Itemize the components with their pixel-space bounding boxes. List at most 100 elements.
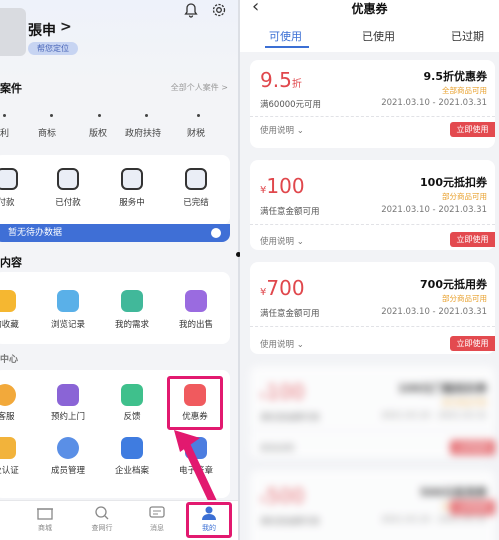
coupon-title: 500元抵用券	[420, 486, 487, 499]
coupon-amount: ¥700	[260, 276, 305, 300]
section-title-content: 内容	[0, 256, 22, 269]
mine-tab-highlight-box	[186, 502, 232, 538]
coupon-card[interactable]: ¥100 满任意金额可用 100元门槛抵扣券 部分商品可用 2021.03.10…	[250, 366, 495, 458]
category-tax[interactable]: 财税	[187, 126, 205, 139]
badge-icon[interactable]	[0, 437, 16, 459]
tab-available[interactable]: 可使用	[269, 28, 302, 44]
coupon-title: 9.5折优惠券	[423, 70, 488, 83]
coupon-title: 100元抵扣券	[420, 176, 487, 189]
coupon-amount: 9.5折	[260, 68, 302, 92]
star-icon[interactable]	[0, 290, 16, 312]
coupon-title: 700元抵用券	[420, 278, 487, 291]
case-categories: 利 商标 版权 政府扶持 财税	[0, 108, 238, 148]
gear-icon[interactable]	[211, 2, 227, 18]
chevron-right-icon[interactable]: >	[60, 19, 72, 35]
usage-instructions[interactable]: 使用说明 ⌄	[260, 338, 304, 350]
coupon-card[interactable]: ¥500 满任意金额可用 500元抵用券 部分商品可用 2021.03.10 -…	[250, 470, 495, 540]
coupon-scope: 部分商品可用	[442, 192, 487, 201]
active-tab-indicator	[265, 46, 309, 48]
category-trademark[interactable]: 商标	[38, 126, 56, 139]
coupon-scope: 全部商品可用	[442, 86, 487, 95]
order-unpaid[interactable]: 付款	[0, 196, 34, 208]
content-my-sales[interactable]: 我的出售	[168, 318, 224, 330]
page-title: 优惠券	[351, 2, 388, 16]
bell-icon[interactable]	[183, 2, 199, 18]
coupon-date: 2021.03.10 - 2021.03.31	[381, 515, 487, 525]
usage-instructions[interactable]: 使用说明	[260, 442, 294, 454]
section-title-center: 中心	[0, 355, 19, 365]
use-now-button[interactable]: 立即使用	[450, 440, 495, 455]
message-icon	[149, 506, 165, 518]
tab-messages[interactable]: 消息	[132, 505, 182, 533]
coupon-card[interactable]: ¥100 满任意金额可用 100元抵扣券 部分商品可用 2021.03.10 -…	[250, 160, 495, 250]
content-history[interactable]: 浏览记录	[40, 318, 96, 330]
coupon-condition: 满任意金额可用	[260, 309, 320, 319]
use-now-button[interactable]: 立即使用	[450, 122, 495, 137]
coupon-condition: 满任意金额可用	[260, 413, 320, 423]
members-icon[interactable]	[57, 437, 79, 459]
wallet-icon[interactable]	[0, 168, 18, 190]
arrow-circle-icon[interactable]	[211, 228, 221, 238]
center-feedback[interactable]: 反馈	[104, 410, 160, 422]
section-title-cases: 案件	[0, 82, 22, 95]
document-icon[interactable]	[57, 168, 79, 190]
todo-banner-text: 暂无待办数据	[8, 228, 63, 238]
category-patent[interactable]: 利	[0, 126, 9, 139]
all-cases-link[interactable]: 全部个人案件 >	[171, 82, 228, 93]
coupon-card[interactable]: ¥700 满任意金额可用 700元抵用券 部分商品可用 2021.03.10 -…	[250, 262, 495, 354]
coupon-condition: 满任意金额可用	[260, 207, 320, 217]
member-badge[interactable]: 帮您定位	[28, 42, 78, 55]
tab-search-network[interactable]: 查网行	[77, 505, 127, 533]
order-in-service[interactable]: 服务中	[104, 196, 160, 208]
edit-icon[interactable]	[121, 168, 143, 190]
coupon-highlight-box	[167, 376, 223, 430]
avatar[interactable]	[0, 8, 26, 56]
orders-card	[0, 155, 230, 225]
center-enterprise-archive[interactable]: 企业档案	[104, 464, 160, 476]
center-customer-service[interactable]: 客服	[0, 410, 34, 422]
center-appointment[interactable]: 预约上门	[40, 410, 96, 422]
archive-icon[interactable]	[121, 437, 143, 459]
tab-expired[interactable]: 已过期	[451, 28, 484, 44]
coupon-amount: ¥100	[260, 380, 305, 404]
content-favorites[interactable]: 的收藏	[0, 318, 34, 330]
coupon-date: 2021.03.10 - 2021.03.31	[381, 411, 487, 421]
order-completed[interactable]: 已完结	[168, 196, 224, 208]
coupon-amount: ¥100	[260, 174, 305, 198]
todo-banner[interactable]: 暂无待办数据	[0, 224, 230, 242]
usage-instructions[interactable]: 使用说明 ⌄	[260, 235, 304, 247]
coupon-date: 2021.03.10 - 2021.03.31	[381, 98, 487, 108]
center-certification[interactable]: 业认证	[0, 464, 34, 476]
profile-header	[0, 0, 238, 80]
coupon-card[interactable]: 9.5折 满60000元可用 9.5折优惠券 全部商品可用 2021.03.10…	[250, 60, 495, 148]
history-icon[interactable]	[57, 290, 79, 312]
search-icon	[95, 506, 109, 520]
coupon-nav: ‹ 优惠券 可使用 已使用 已过期	[240, 0, 499, 52]
coupon-scope: 部分商品可用	[442, 398, 487, 407]
tab-mall[interactable]: 商城	[20, 505, 70, 533]
coupon-date: 2021.03.10 - 2021.03.31	[381, 205, 487, 215]
coupon-title: 100元门槛抵扣券	[398, 382, 487, 395]
coupon-condition: 满任意金额可用	[260, 517, 320, 527]
center-member-management[interactable]: 成员管理	[40, 464, 96, 476]
content-my-needs[interactable]: 我的需求	[104, 318, 160, 330]
pointer-arrow	[174, 430, 218, 508]
tab-used[interactable]: 已使用	[362, 28, 395, 44]
coupon-screen: ‹ 优惠券 可使用 已使用 已过期 9.5折 满60000元可用 9.5折优惠券…	[240, 0, 499, 540]
category-copyright[interactable]: 版权	[89, 126, 107, 139]
use-now-button[interactable]: 立即使用	[450, 232, 495, 247]
checklist-icon[interactable]	[185, 168, 207, 190]
username[interactable]: 張申	[28, 20, 56, 40]
requirement-icon[interactable]	[121, 290, 143, 312]
use-now-button[interactable]: 立即使用	[450, 336, 495, 351]
cart-icon[interactable]	[185, 290, 207, 312]
usage-instructions[interactable]: 使用说明 ⌄	[260, 124, 304, 136]
store-icon	[37, 508, 53, 520]
question-icon[interactable]	[121, 384, 143, 406]
order-paid[interactable]: 已付款	[40, 196, 96, 208]
category-gov-support[interactable]: 政府扶持	[125, 126, 161, 139]
use-now-button[interactable]: 立即使用	[450, 500, 495, 515]
coupon-condition: 满60000元可用	[260, 100, 322, 110]
profile-screen: 張申 > 帮您定位 案件 全部个人案件 > 利 商标 版权 政府扶持 财税 付款…	[0, 0, 238, 540]
calendar-icon[interactable]	[57, 384, 79, 406]
